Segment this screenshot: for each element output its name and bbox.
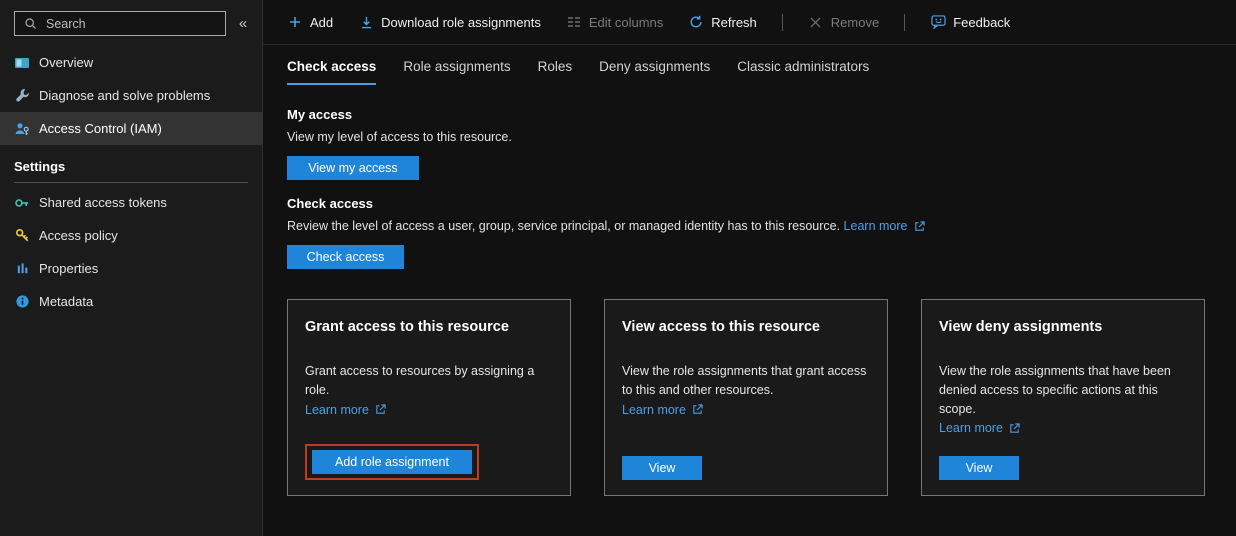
- tab-deny-assignments[interactable]: Deny assignments: [599, 59, 710, 85]
- card-description: View the role assignments that grant acc…: [622, 362, 870, 400]
- grant-access-card: Grant access to this resource Grant acce…: [287, 299, 571, 496]
- card-title: View deny assignments: [939, 319, 1187, 335]
- toolbar-feedback-label: Feedback: [953, 15, 1010, 30]
- external-link-icon: [690, 404, 706, 415]
- properties-icon: [14, 261, 30, 277]
- sidebar-item-metadata[interactable]: Metadata: [0, 285, 262, 318]
- sidebar-divider: [14, 182, 248, 183]
- sidebar-item-label: Access policy: [39, 228, 118, 243]
- toolbar-remove-label: Remove: [831, 15, 879, 30]
- app-window: « Overview Diagnose and solve problems A…: [0, 0, 1236, 536]
- grant-access-learn-more-link[interactable]: Learn more: [305, 403, 389, 417]
- sidebar-item-access-policy[interactable]: Access policy: [0, 219, 262, 252]
- toolbar-feedback-button[interactable]: Feedback: [930, 14, 1010, 30]
- sidebar: « Overview Diagnose and solve problems A…: [0, 0, 263, 536]
- card-title: Grant access to this resource: [305, 319, 553, 335]
- my-access-title: My access: [287, 107, 1212, 122]
- toolbar-divider: [782, 14, 783, 31]
- sidebar-collapse-button[interactable]: «: [232, 15, 254, 32]
- view-deny-button[interactable]: View: [939, 456, 1019, 480]
- check-access-description-text: Review the level of access a user, group…: [287, 219, 840, 233]
- card-description: Grant access to resources by assigning a…: [305, 362, 553, 400]
- card-footer: View: [622, 456, 870, 480]
- check-access-description: Review the level of access a user, group…: [287, 219, 1212, 233]
- tab-roles[interactable]: Roles: [538, 59, 573, 85]
- check-access-title: Check access: [287, 196, 1212, 211]
- highlight-annotation: Add role assignment: [305, 444, 479, 480]
- view-access-button[interactable]: View: [622, 456, 702, 480]
- search-box[interactable]: [14, 11, 226, 36]
- sidebar-item-overview[interactable]: Overview: [0, 46, 262, 79]
- tab-bar: Check access Role assignments Roles Deny…: [263, 45, 1236, 85]
- tab-content: My access View my level of access to thi…: [263, 85, 1236, 496]
- add-role-assignment-button[interactable]: Add role assignment: [312, 450, 472, 474]
- learn-more-label: Learn more: [622, 403, 686, 417]
- sidebar-item-shared-access-tokens[interactable]: Shared access tokens: [0, 186, 262, 219]
- card-title: View access to this resource: [622, 319, 870, 335]
- shared-access-tokens-icon: [14, 195, 30, 211]
- external-link-icon: [1007, 423, 1023, 434]
- card-row: Grant access to this resource Grant acce…: [287, 299, 1212, 496]
- card-footer: Add role assignment: [305, 444, 553, 480]
- search-icon: [22, 16, 38, 32]
- card-description: View the role assignments that have been…: [939, 362, 1187, 418]
- main-pane: Add Download role assignments Edit colum…: [263, 0, 1236, 536]
- toolbar-edit-columns-button[interactable]: Edit columns: [566, 14, 663, 30]
- overview-icon: [14, 55, 30, 71]
- toolbar-add-button[interactable]: Add: [287, 14, 333, 30]
- sidebar-item-diagnose[interactable]: Diagnose and solve problems: [0, 79, 262, 112]
- metadata-icon: [14, 294, 30, 310]
- tab-check-access[interactable]: Check access: [287, 59, 376, 85]
- feedback-icon: [930, 14, 946, 30]
- check-access-learn-more-link[interactable]: Learn more: [844, 219, 928, 233]
- command-bar: Add Download role assignments Edit colum…: [263, 0, 1236, 45]
- sidebar-item-label: Overview: [39, 55, 93, 70]
- tab-role-assignments[interactable]: Role assignments: [403, 59, 510, 85]
- access-control-icon: [14, 121, 30, 137]
- learn-more-label: Learn more: [939, 421, 1003, 435]
- view-access-card: View access to this resource View the ro…: [604, 299, 888, 496]
- toolbar-remove-button[interactable]: Remove: [808, 14, 879, 30]
- access-policy-icon: [14, 228, 30, 244]
- card-footer: View: [939, 456, 1187, 480]
- view-access-learn-more-link[interactable]: Learn more: [622, 403, 706, 417]
- tab-classic-administrators[interactable]: Classic administrators: [737, 59, 869, 85]
- toolbar-refresh-button[interactable]: Refresh: [688, 14, 757, 30]
- remove-icon: [808, 14, 824, 30]
- sidebar-item-label: Access Control (IAM): [39, 121, 162, 136]
- toolbar-download-label: Download role assignments: [381, 15, 541, 30]
- view-deny-learn-more-link[interactable]: Learn more: [939, 421, 1023, 435]
- sidebar-item-label: Diagnose and solve problems: [39, 88, 210, 103]
- sidebar-item-access-control[interactable]: Access Control (IAM): [0, 112, 262, 145]
- toolbar-edit-columns-label: Edit columns: [589, 15, 663, 30]
- search-input[interactable]: [44, 16, 218, 32]
- toolbar-refresh-label: Refresh: [711, 15, 757, 30]
- refresh-icon: [688, 14, 704, 30]
- external-link-icon: [373, 404, 389, 415]
- toolbar-divider: [904, 14, 905, 31]
- view-deny-assignments-card: View deny assignments View the role assi…: [921, 299, 1205, 496]
- learn-more-label: Learn more: [305, 403, 369, 417]
- sidebar-item-label: Metadata: [39, 294, 93, 309]
- edit-columns-icon: [566, 14, 582, 30]
- my-access-description: View my level of access to this resource…: [287, 130, 1212, 144]
- diagnose-icon: [14, 88, 30, 104]
- sidebar-item-label: Properties: [39, 261, 98, 276]
- learn-more-label: Learn more: [844, 219, 908, 233]
- sidebar-item-properties[interactable]: Properties: [0, 252, 262, 285]
- toolbar-add-label: Add: [310, 15, 333, 30]
- add-icon: [287, 14, 303, 30]
- sidebar-item-label: Shared access tokens: [39, 195, 167, 210]
- download-icon: [358, 14, 374, 30]
- view-my-access-button[interactable]: View my access: [287, 156, 419, 180]
- toolbar-download-button[interactable]: Download role assignments: [358, 14, 541, 30]
- sidebar-search-row: «: [0, 0, 262, 46]
- external-link-icon: [911, 221, 927, 232]
- check-access-button[interactable]: Check access: [287, 245, 404, 269]
- sidebar-section-header: Settings: [0, 145, 262, 174]
